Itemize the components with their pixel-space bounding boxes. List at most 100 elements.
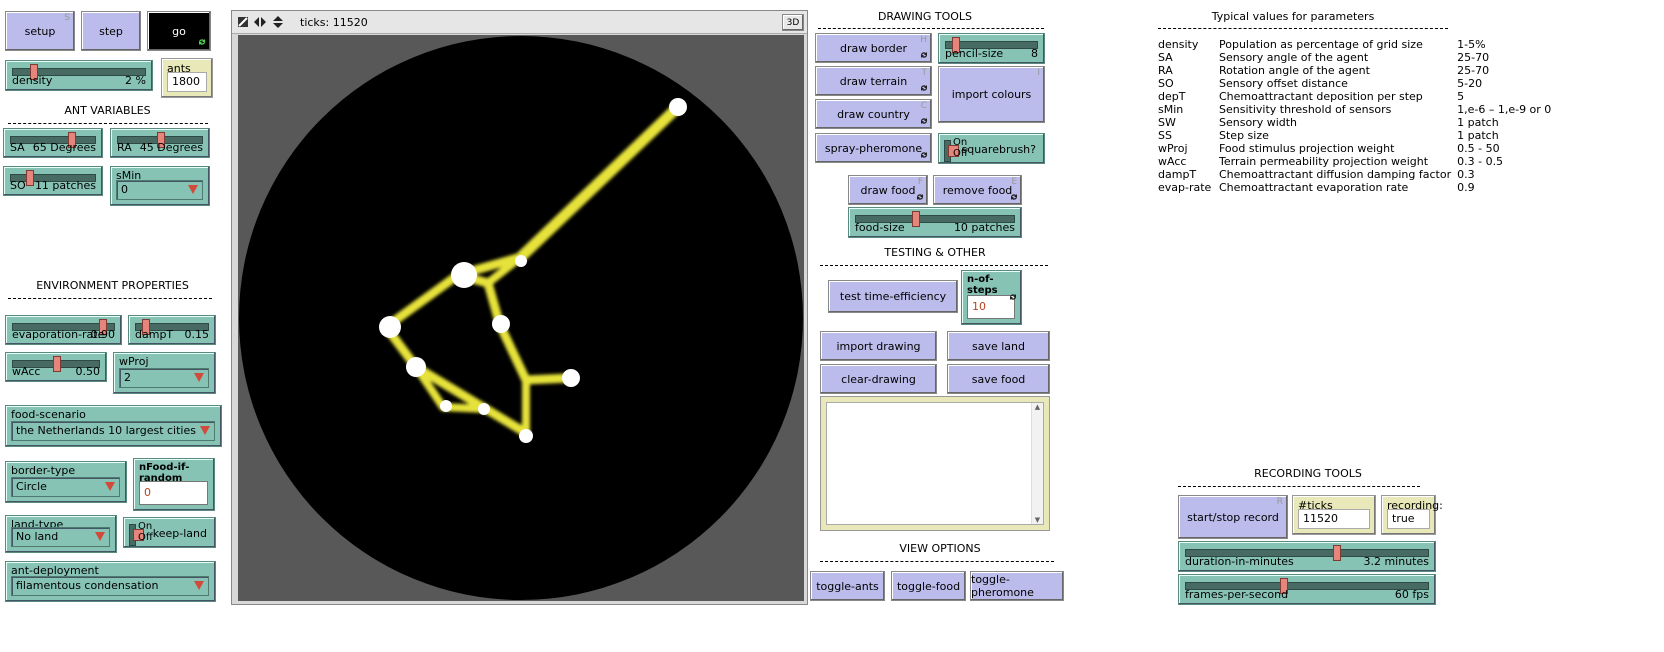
- nfood-if-random-input[interactable]: nFood-if-random 0: [133, 458, 215, 511]
- view-options-title: VIEW OPTIONS: [899, 542, 981, 555]
- ticks-recording-value: 11520: [1298, 509, 1370, 529]
- remove-food-button[interactable]: remove food E: [933, 175, 1022, 205]
- start-stop-record-button[interactable]: start/stop record R: [1178, 495, 1288, 539]
- food-size-thumb[interactable]: [911, 211, 920, 227]
- border-type-label: border-type: [11, 464, 76, 477]
- squarebrush-switch[interactable]: On Off squarebrush?: [938, 133, 1045, 164]
- draw-food-hotkey: F: [917, 177, 923, 187]
- parameter-range: 25-70: [1457, 51, 1490, 64]
- land-type-chooser[interactable]: land-type No land: [5, 515, 117, 553]
- parameter-description: Chemoattractant deposition per step: [1219, 90, 1423, 103]
- pencil-size-slider[interactable]: pencil-size 8: [938, 33, 1045, 64]
- forever-icon: [1010, 294, 1016, 300]
- parameter-row: density Population as percentage of grid …: [1158, 38, 1557, 51]
- spray-pheromone-button[interactable]: spray-pheromone: [815, 133, 932, 163]
- keep-land-label: keep-land: [152, 527, 207, 540]
- output-text[interactable]: ▲ ▼: [826, 402, 1044, 525]
- scroll-down-icon[interactable]: ▼: [1032, 516, 1043, 524]
- parameter-name: SS: [1158, 129, 1172, 142]
- toggle-food-button[interactable]: toggle-food: [891, 571, 966, 601]
- nfood-if-random-value[interactable]: 0: [139, 481, 208, 505]
- import-colours-hotkey: I: [1037, 68, 1040, 78]
- smin-chooser[interactable]: sMin 0: [110, 166, 210, 206]
- dampt-slider[interactable]: dampT 0.15: [128, 315, 216, 345]
- wacc-value: 0.50: [75, 365, 101, 378]
- view-toolbar: ticks: 11520 3D: [232, 11, 807, 34]
- food-scenario-chooser[interactable]: food-scenario the Netherlands 10 largest…: [5, 405, 222, 447]
- parameter-description: Step size: [1219, 129, 1269, 142]
- draw-border-button[interactable]: draw border H: [815, 33, 932, 63]
- toggle-ants-button[interactable]: toggle-ants: [810, 571, 885, 601]
- draw-country-label: draw country: [837, 107, 910, 121]
- so-slider[interactable]: SO 11 patches: [3, 166, 103, 196]
- step-button[interactable]: step: [81, 11, 141, 51]
- duration-label: duration-in-minutes: [1185, 555, 1294, 568]
- keep-land-switch[interactable]: On Off keep-land: [123, 517, 216, 548]
- clear-drawing-button[interactable]: clear-drawing: [820, 364, 937, 394]
- forever-icon: [199, 39, 205, 45]
- parameter-row: SO Sensory offset distance 5-20: [1158, 77, 1557, 90]
- toggle-pheromone-button[interactable]: toggle-pheromone: [970, 571, 1064, 601]
- parameter-description: Sensory angle of the agent: [1219, 51, 1369, 64]
- ant-variables-title: ANT VARIABLES: [64, 104, 151, 117]
- 3d-label: 3D: [786, 17, 800, 28]
- chevron-down-icon: [200, 426, 210, 435]
- parameter-name: density: [1158, 38, 1199, 51]
- food-size-slider[interactable]: food-size 10 patches: [848, 207, 1022, 238]
- arrows-horizontal-icon[interactable]: [253, 16, 267, 28]
- save-food-label: save food: [971, 372, 1026, 386]
- land-type-select[interactable]: No land: [11, 527, 110, 547]
- food-scenario-select[interactable]: the Netherlands 10 largest cities: [11, 421, 215, 441]
- save-land-button[interactable]: save land: [947, 331, 1050, 361]
- import-drawing-button[interactable]: import drawing: [820, 331, 937, 361]
- ant-deployment-chooser[interactable]: ant-deployment filamentous condensation: [5, 561, 216, 602]
- parameter-name: wProj: [1158, 142, 1188, 155]
- so-label: SO: [10, 179, 26, 192]
- duration-thumb[interactable]: [1332, 545, 1341, 561]
- wacc-thumb[interactable]: [53, 356, 61, 372]
- forever-icon: [921, 52, 927, 58]
- environment-title: ENVIRONMENT PROPERTIES: [36, 279, 189, 292]
- border-type-select[interactable]: Circle: [11, 477, 120, 497]
- go-button[interactable]: go: [147, 11, 211, 51]
- frames-per-second-slider[interactable]: frames-per-second 60 fps: [1178, 574, 1436, 605]
- test-time-efficiency-button[interactable]: test time-efficiency: [828, 280, 958, 313]
- scroll-up-icon[interactable]: ▲: [1032, 403, 1043, 411]
- step-label: step: [99, 24, 123, 38]
- so-thumb[interactable]: [26, 170, 34, 186]
- evaporation-rate-slider[interactable]: evaporation-rate 0.90: [5, 315, 122, 345]
- ra-slider[interactable]: RA 45 Degrees: [110, 128, 210, 158]
- save-food-button[interactable]: save food: [947, 364, 1050, 394]
- land-type-value: No land: [16, 530, 59, 543]
- parameter-row: depT Chemoattractant deposition per step 5: [1158, 90, 1557, 103]
- arrows-vertical-icon[interactable]: [272, 15, 284, 29]
- smin-select[interactable]: 0: [116, 180, 203, 200]
- wproj-select[interactable]: 2: [119, 368, 209, 388]
- import-colours-label: import colours: [951, 88, 1032, 101]
- wacc-slider[interactable]: wAcc 0.50: [5, 352, 107, 382]
- parameter-description: Population as percentage of grid size: [1219, 38, 1423, 51]
- setup-button[interactable]: setup S: [5, 11, 75, 51]
- sa-slider[interactable]: SA 65 Degrees: [3, 128, 103, 158]
- 3d-button[interactable]: 3D: [782, 14, 804, 31]
- draw-food-button[interactable]: draw food F: [848, 175, 928, 205]
- food-scenario-label: food-scenario: [11, 408, 86, 421]
- draw-country-button[interactable]: draw country C: [815, 99, 932, 129]
- remove-food-label: remove food: [942, 183, 1013, 197]
- border-type-chooser[interactable]: border-type Circle: [5, 461, 127, 503]
- world-canvas[interactable]: [238, 35, 804, 601]
- testing-title: TESTING & OTHER: [884, 246, 986, 259]
- output-scrollbar[interactable]: ▲ ▼: [1031, 403, 1043, 524]
- n-of-steps-input[interactable]: n-of-steps 10: [961, 270, 1022, 325]
- wproj-chooser[interactable]: wProj 2: [113, 352, 216, 394]
- edit-icon[interactable]: [237, 16, 249, 28]
- ant-deployment-select[interactable]: filamentous condensation: [11, 576, 209, 596]
- duration-in-minutes-slider[interactable]: duration-in-minutes 3.2 minutes: [1178, 541, 1436, 572]
- forever-icon: [1011, 194, 1017, 200]
- import-colours-button[interactable]: import colours I: [938, 66, 1045, 123]
- draw-terrain-button[interactable]: draw terrain T: [815, 66, 932, 96]
- view-options-divider: [820, 561, 1054, 562]
- density-slider[interactable]: density 2 %: [5, 60, 153, 91]
- fps-label: frames-per-second: [1185, 588, 1289, 601]
- parameters-title: Typical values for parameters: [1211, 10, 1375, 23]
